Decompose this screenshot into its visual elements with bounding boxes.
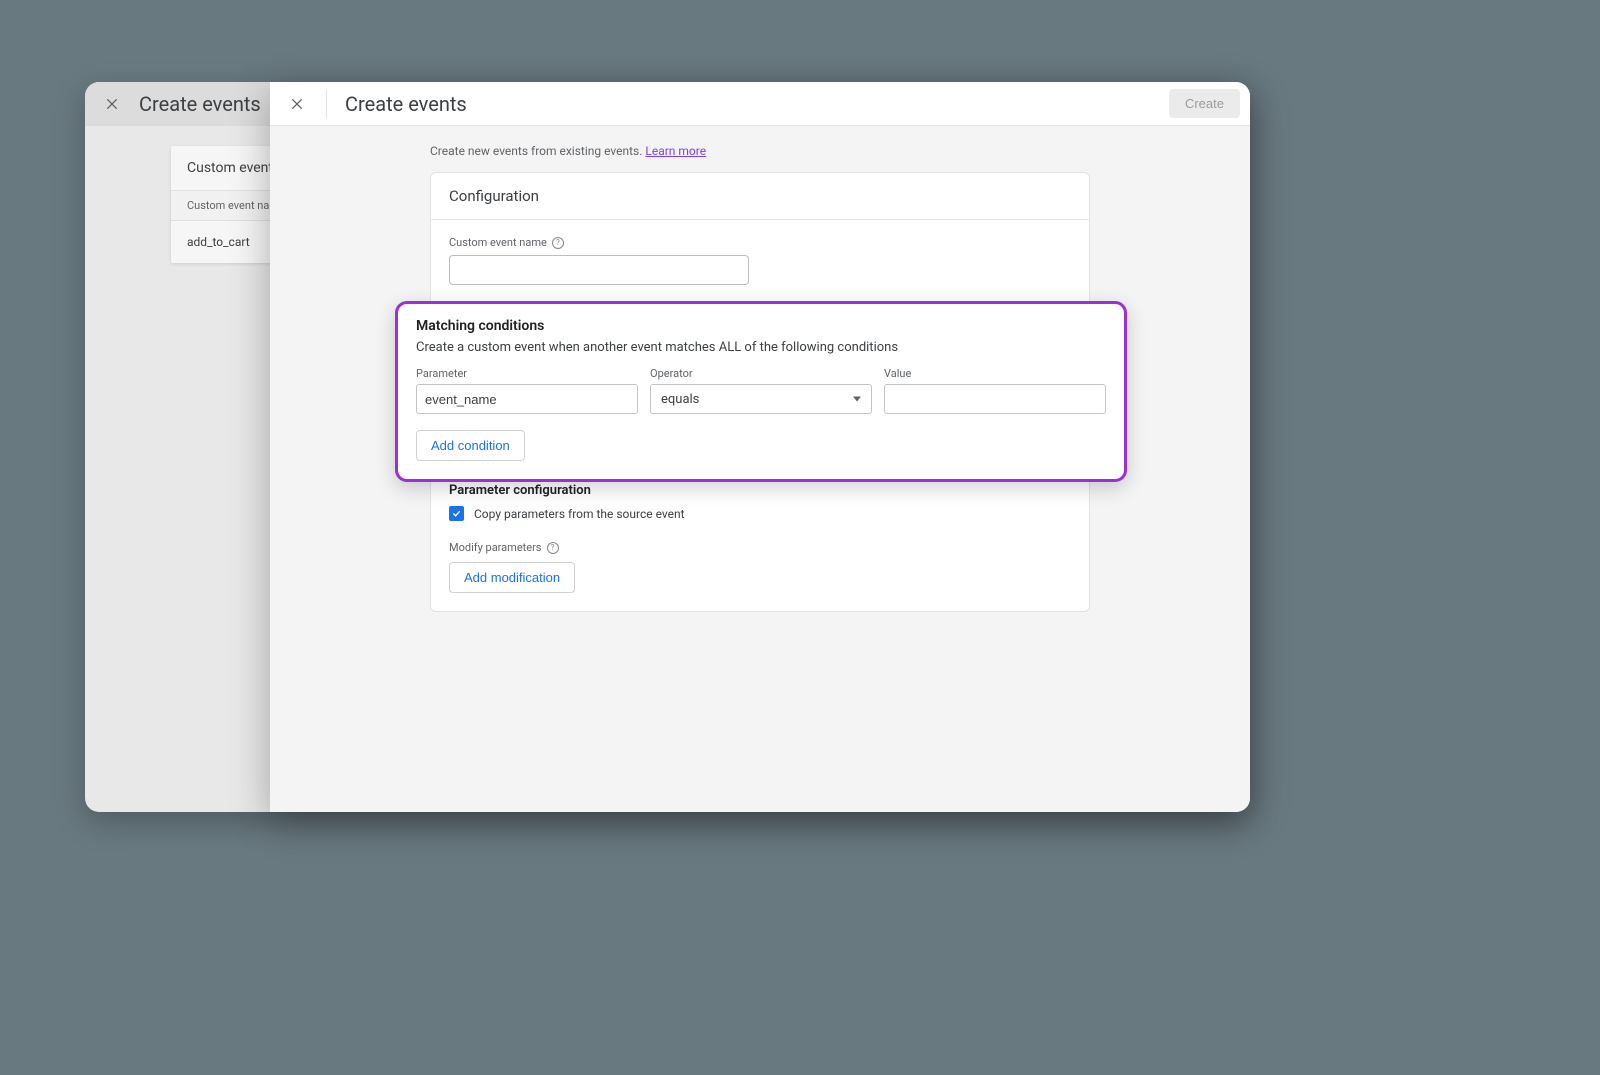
custom-event-name-block: Custom event name ? (431, 220, 1089, 295)
parameter-label: Parameter (416, 367, 638, 380)
custom-event-name-label-text: Custom event name (449, 236, 547, 249)
modify-parameters-label: Modify parameters ? (431, 535, 1089, 562)
close-icon[interactable] (99, 91, 125, 117)
operator-label: Operator (650, 367, 872, 380)
custom-event-name-input[interactable] (449, 255, 749, 285)
panel-title: Create events (326, 90, 467, 118)
add-modification-button[interactable]: Add modification (449, 562, 575, 593)
modify-parameters-label-text: Modify parameters (449, 541, 542, 554)
add-condition-button[interactable]: Add condition (416, 430, 525, 461)
condition-row: Parameter Operator equals Value (416, 367, 1106, 414)
front-header: Create events Create (270, 82, 1250, 126)
operator-select[interactable]: equals (650, 384, 872, 414)
configuration-heading: Configuration (431, 173, 1089, 220)
help-icon[interactable]: ? (552, 237, 564, 249)
intro-text: Create new events from existing events. … (430, 144, 1250, 158)
matching-conditions-highlight: Matching conditions Create a custom even… (395, 301, 1127, 482)
create-button[interactable]: Create (1169, 89, 1240, 118)
matching-conditions-subtitle: Create a custom event when another event… (416, 340, 1106, 355)
intro-plain: Create new events from existing events. (430, 144, 645, 158)
parameter-input[interactable] (416, 384, 638, 414)
operator-value: equals (661, 392, 699, 407)
create-events-panel: Create events Create Create new events f… (270, 82, 1250, 812)
help-icon[interactable]: ? (547, 542, 559, 554)
value-input[interactable] (884, 384, 1106, 414)
matching-conditions-title: Matching conditions (416, 318, 1106, 334)
back-panel-title: Create events (139, 92, 261, 116)
value-label: Value (884, 367, 1106, 380)
copy-parameters-label: Copy parameters from the source event (474, 507, 685, 521)
custom-event-name-label: Custom event name ? (449, 236, 1071, 249)
close-icon[interactable] (284, 91, 310, 117)
copy-parameters-row: Copy parameters from the source event (431, 506, 1089, 535)
copy-parameters-checkbox[interactable] (449, 506, 464, 521)
configuration-card: Configuration Custom event name ? Matchi… (430, 172, 1090, 612)
learn-more-link[interactable]: Learn more (645, 144, 706, 158)
front-body: Create new events from existing events. … (270, 126, 1250, 812)
